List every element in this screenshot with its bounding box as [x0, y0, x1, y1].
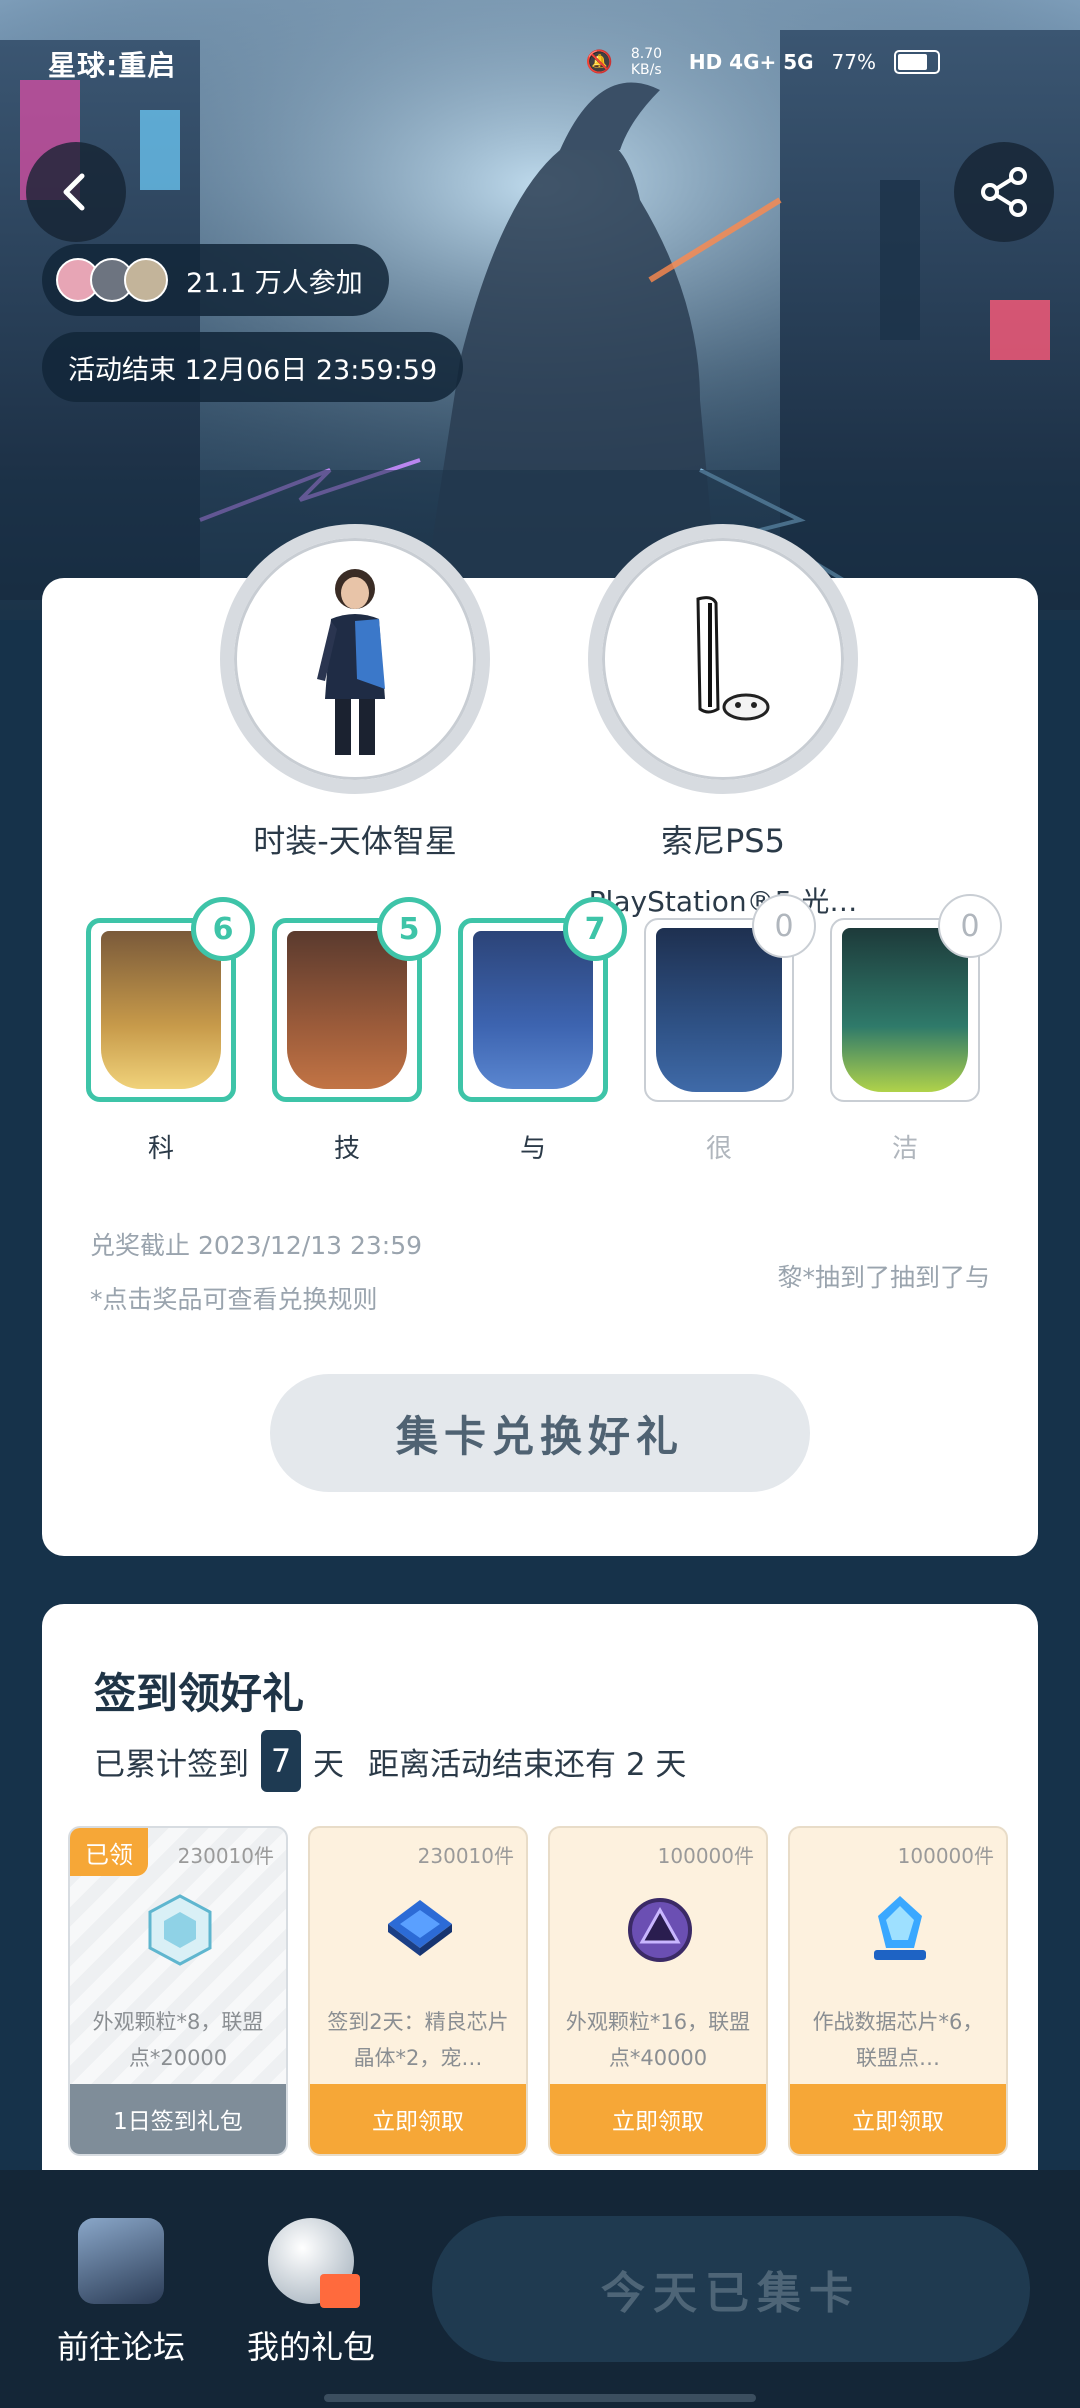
network-indicator: HD 4G+ 5G: [688, 50, 814, 74]
status-icons: 🔕 8.70 KB/s HD 4G+ 5G 77%: [585, 46, 940, 78]
signin-remaining: 距离活动结束还有 2 天: [368, 1746, 687, 1783]
prize-subtitle: PlayStation®5 光…: [588, 885, 858, 918]
gift-description: 外观颗粒*16，联盟点*40000: [565, 2010, 751, 2070]
forum-link[interactable]: 前往论坛: [46, 2218, 196, 2368]
participant-avatars: [56, 258, 168, 302]
ps5-console-icon: [696, 596, 770, 721]
brand-logo: 星球:重启: [48, 49, 177, 82]
my-gifts-label: 我的礼包: [246, 2328, 375, 2366]
collect-card-ke[interactable]: 6 科: [86, 897, 255, 1165]
character-figure-icon: [317, 569, 385, 755]
card-label: 科: [147, 1134, 174, 1164]
card-frame: 7: [458, 897, 627, 1102]
gift-box-icon: [268, 2218, 360, 2308]
card-frame: 0: [830, 894, 1002, 1102]
claim-button[interactable]: 立即领取: [550, 2084, 766, 2154]
crystal-cube-icon: [148, 1894, 212, 1966]
gift-item[interactable]: 100000件 外观颗粒*16，联盟点*40000 立即领取: [548, 1826, 768, 2156]
prize-name: 索尼PS5: [661, 822, 785, 860]
exchange-rule-hint: *点击奖品可查看兑换规则: [90, 1285, 378, 1314]
card-count-badge: 5: [377, 897, 441, 961]
gift-action-button[interactable]: 1日签到礼包: [70, 2084, 286, 2154]
signin-progress: 已累计签到 7 天 距离活动结束还有 2 天: [94, 1730, 686, 1792]
signin-days-count: 7: [261, 1730, 301, 1792]
home-indicator[interactable]: [324, 2394, 756, 2402]
card-label: 很: [705, 1134, 732, 1164]
battery-icon: [894, 50, 940, 74]
share-icon: [981, 167, 1027, 217]
back-button[interactable]: [26, 142, 126, 242]
prize-image-frame: [588, 524, 858, 794]
gift-description: 签到2天：精良芯片晶体*2，宠…: [327, 2010, 509, 2070]
signin-title: 签到领好礼: [94, 1669, 305, 1718]
claimed-tag: 已领: [70, 1828, 148, 1876]
activity-end-time: 活动结束 12月06日 23:59:59: [42, 332, 464, 402]
prize-exchange-card: 时装-天体智星 索尼PS5 PlayStation®5 光… 6 科 5 技 7…: [42, 524, 1038, 1556]
avatar: [124, 258, 168, 302]
forum-label: 前往论坛: [56, 2328, 185, 2366]
net-speed: 8.70 KB/s: [630, 46, 663, 78]
collect-card-ji[interactable]: 5 技: [272, 897, 441, 1165]
gift-item[interactable]: 230010件 签到2天：精良芯片晶体*2，宠… 立即领取: [308, 1826, 528, 2156]
card-frame: 5: [272, 897, 441, 1102]
battery-percent: 77%: [831, 50, 876, 74]
signin-days-unit: 天: [313, 1746, 344, 1783]
prize-name: 时装-天体智星: [253, 822, 457, 860]
bottom-action-bar: 前往论坛 我的礼包 今天已集卡: [0, 2170, 1080, 2408]
gift-stock: 100000件: [897, 1844, 994, 1868]
card-label: 洁: [891, 1134, 918, 1164]
chip-icon: [388, 1900, 452, 1956]
card-count-badge: 7: [563, 897, 627, 961]
gift-stock: 100000件: [657, 1844, 754, 1868]
participants-count: 21.1 万人参加: [186, 267, 363, 299]
prize-ps5[interactable]: 索尼PS5 PlayStation®5 光…: [588, 524, 858, 920]
my-gifts-link[interactable]: 我的礼包: [236, 2218, 386, 2368]
mech-portrait-icon: [656, 928, 782, 1092]
card-count-badge: 6: [191, 897, 255, 961]
mech-portrait-icon: [842, 928, 968, 1092]
claim-button[interactable]: 立即领取: [790, 2084, 1006, 2154]
gift-stock: 230010件: [177, 1844, 274, 1868]
gift-stock: 230010件: [417, 1844, 514, 1868]
collect-card-row: 6 科 5 技 7 与 0 很 0 洁: [86, 894, 1006, 1164]
card-count-badge: 0: [752, 894, 816, 958]
card-label: 技: [333, 1134, 360, 1164]
card-frame: 0: [644, 894, 816, 1102]
collect-card-jie[interactable]: 0 洁: [830, 894, 1002, 1165]
exchange-button[interactable]: 集卡兑换好礼: [270, 1374, 810, 1492]
winner-ticker: 黎*抽到了抽到了与: [777, 1263, 990, 1292]
forum-avatar-icon: [78, 2218, 164, 2304]
purple-orb-icon: [628, 1898, 692, 1962]
share-button[interactable]: [954, 142, 1054, 242]
card-label: 与: [519, 1134, 546, 1164]
signin-prefix: 已累计签到: [94, 1746, 249, 1783]
status-bar: 星球:重启 🔕 8.70 KB/s HD 4G+ 5G 77%: [0, 40, 1080, 84]
card-count-badge: 0: [938, 894, 1002, 958]
exchange-deadline: 兑奖截止 2023/12/13 23:59: [90, 1231, 423, 1260]
collect-today-button[interactable]: 今天已集卡: [432, 2216, 1030, 2362]
signin-gift-list: 已领 230010件 外观颗粒*8，联盟点*20000 1日签到礼包 23001…: [68, 1826, 1012, 2156]
claim-button[interactable]: 立即领取: [310, 2084, 526, 2154]
gift-item[interactable]: 100000件 作战数据芯片*6，联盟点… 立即领取: [788, 1826, 1008, 2156]
prize-outfit[interactable]: 时装-天体智星: [220, 524, 490, 862]
data-chip-crystal-icon: [874, 1896, 926, 1960]
chevron-left-icon: [63, 173, 85, 211]
gift-description: 外观颗粒*8，联盟点*20000: [92, 2010, 264, 2070]
participants-pill: 21.1 万人参加: [42, 244, 389, 316]
gift-item[interactable]: 已领 230010件 外观颗粒*8，联盟点*20000 1日签到礼包: [68, 1826, 288, 2156]
mute-icon: 🔕: [585, 49, 613, 75]
prize-image-frame: [220, 524, 490, 794]
end-time-text: 活动结束 12月06日 23:59:59: [68, 354, 438, 386]
collect-card-yu[interactable]: 7 与: [458, 897, 627, 1165]
gift-description: 作战数据芯片*6，联盟点…: [812, 2010, 984, 2070]
card-frame: 6: [86, 897, 255, 1102]
collect-card-hen[interactable]: 0 很: [644, 894, 816, 1165]
